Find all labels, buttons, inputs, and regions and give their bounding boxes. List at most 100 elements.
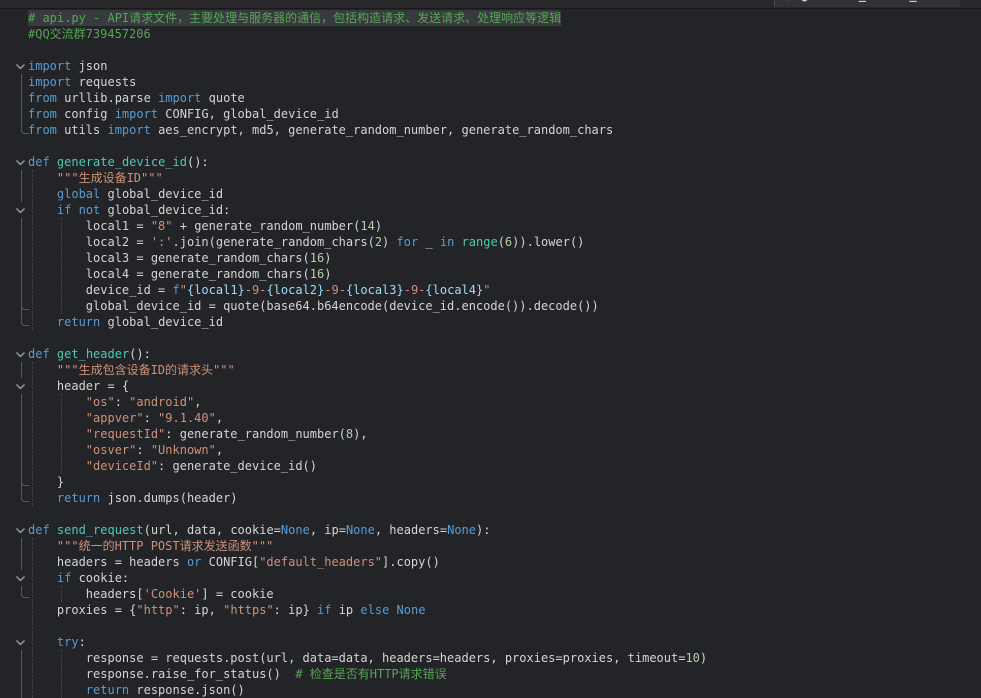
code-line: #QQ交流群739457206	[0, 26, 981, 42]
code-text: local1 = "8" + generate_random_number(14…	[28, 218, 382, 234]
fold-chevron[interactable]	[0, 346, 28, 362]
code-line: from utils import aes_encrypt, md5, gene…	[0, 122, 981, 138]
fold-guide	[21, 666, 22, 682]
code-line: from urllib.parse import quote	[0, 90, 981, 106]
fold-chevron[interactable]	[0, 570, 28, 586]
code-text: return global_device_id	[28, 314, 223, 330]
code-line-content: import json	[28, 58, 107, 74]
code-text: import requests	[28, 74, 136, 90]
gutter-cell	[0, 474, 28, 490]
indent-guide	[32, 314, 33, 330]
fold-guide	[21, 170, 22, 186]
code-line-content: def get_header():	[28, 346, 151, 362]
fold-chevron[interactable]	[0, 522, 28, 538]
fold-guide	[21, 410, 22, 426]
indent-guide	[61, 298, 62, 314]
gutter-cell	[0, 298, 28, 314]
code-text: headers = headers or CONFIG["default_hea…	[28, 554, 440, 570]
code-text: def generate_device_id():	[28, 154, 209, 170]
code-line: from config import CONFIG, global_device…	[0, 106, 981, 122]
code-line: """生成包含设备ID的请求头"""	[0, 362, 981, 378]
indent-guide	[32, 538, 33, 554]
fold-guide	[21, 234, 22, 250]
indent-guide	[32, 218, 33, 234]
code-text: #QQ交流群739457206	[28, 26, 151, 42]
indent-guide	[32, 298, 33, 314]
fold-chevron[interactable]	[0, 58, 28, 74]
code-text: def get_header():	[28, 346, 151, 362]
code-line: global_device_id = quote(base64.b64encod…	[0, 298, 981, 314]
gutter-cell	[0, 490, 28, 506]
gutter-cell	[0, 26, 28, 42]
code-line: import requests	[0, 74, 981, 90]
code-text: if cookie:	[28, 570, 129, 586]
indent-guide	[61, 458, 62, 474]
code-line-content: headers = headers or CONFIG["default_hea…	[28, 554, 440, 570]
code-text: "os": "android",	[28, 394, 201, 410]
code-text: global global_device_id	[28, 186, 223, 202]
code-area[interactable]: # api.py - API请求文件，主要处理与服务器的通信，包括构造请求、发送…	[0, 9, 981, 698]
code-text: response = requests.post(url, data=data,…	[28, 650, 707, 666]
indent-guide	[32, 602, 33, 618]
method-icon	[783, 0, 795, 1]
indent-guide	[32, 250, 33, 266]
fold-chevron[interactable]	[0, 202, 28, 218]
code-line: "appver": "9.1.40",	[0, 410, 981, 426]
indent-guide	[32, 474, 33, 490]
code-line-content: local3 = generate_random_chars(16)	[28, 250, 331, 266]
indent-guide	[32, 202, 33, 218]
code-line: "requestId": generate_random_number(8),	[0, 426, 981, 442]
code-line: """统一的HTTP POST请求发送函数"""	[0, 538, 981, 554]
code-text: device_id = f"{local1}-9-{local2}-9-{loc…	[28, 282, 490, 298]
fold-chevron[interactable]	[0, 154, 28, 170]
fold-chevron[interactable]	[0, 634, 28, 650]
gutter-cell	[0, 218, 28, 234]
code-line: response = requests.post(url, data=data,…	[0, 650, 981, 666]
code-line-content: """生成设备ID"""	[28, 170, 163, 186]
gutter-cell	[0, 586, 28, 602]
code-line: headers = headers or CONFIG["default_hea…	[0, 554, 981, 570]
code-line-content: import requests	[28, 74, 136, 90]
code-line-content: from utils import aes_encrypt, md5, gene…	[28, 122, 613, 138]
fold-guide	[21, 362, 22, 378]
code-text: from utils import aes_encrypt, md5, gene…	[28, 122, 613, 138]
code-line-content: #QQ交流群739457206	[28, 26, 151, 42]
indent-guide	[32, 426, 33, 442]
gutter-cell	[0, 282, 28, 298]
indent-guide	[32, 170, 33, 186]
code-line-content: response.raise_for_status() # 检查是否有HTTP请…	[28, 666, 447, 682]
code-line: return response.json()	[0, 682, 981, 698]
code-line-content: """生成包含设备ID的请求头"""	[28, 362, 235, 378]
gutter-cell	[0, 266, 28, 282]
code-line-content: local1 = "8" + generate_random_number(14…	[28, 218, 382, 234]
indent-guide	[32, 554, 33, 570]
indent-guide	[61, 266, 62, 282]
code-line	[0, 330, 981, 346]
code-text: def send_request(url, data, cookie=None,…	[28, 522, 490, 538]
gutter-cell	[0, 330, 28, 346]
fold-chevron[interactable]	[0, 378, 28, 394]
gutter-cell	[0, 666, 28, 682]
code-line-content: """统一的HTTP POST请求发送函数"""	[28, 538, 273, 554]
gutter-cell	[0, 170, 28, 186]
code-text: headers['Cookie'] = cookie	[28, 586, 274, 602]
indent-guide	[61, 586, 62, 602]
code-line: local1 = "8" + generate_random_number(14…	[0, 218, 981, 234]
code-line: device_id = f"{local1}-9-{local2}-9-{loc…	[0, 282, 981, 298]
code-text: local3 = generate_random_chars(16)	[28, 250, 331, 266]
code-line: if cookie:	[0, 570, 981, 586]
indent-guide	[61, 250, 62, 266]
symbol-navigation-popup[interactable]: generate_device_id	[774, 0, 960, 7]
indent-guide	[61, 682, 62, 698]
gutter-cell	[0, 138, 28, 154]
fold-guide	[21, 90, 22, 106]
fold-guide	[21, 74, 22, 90]
gutter-cell	[0, 538, 28, 554]
fold-guide	[21, 106, 22, 122]
indent-guide	[61, 666, 62, 682]
code-text: """生成包含设备ID的请求头"""	[28, 362, 235, 378]
code-line: """生成设备ID"""	[0, 170, 981, 186]
fold-guide	[21, 186, 22, 202]
indent-guide	[32, 490, 33, 506]
code-line: local2 = ':'.join(generate_random_chars(…	[0, 234, 981, 250]
